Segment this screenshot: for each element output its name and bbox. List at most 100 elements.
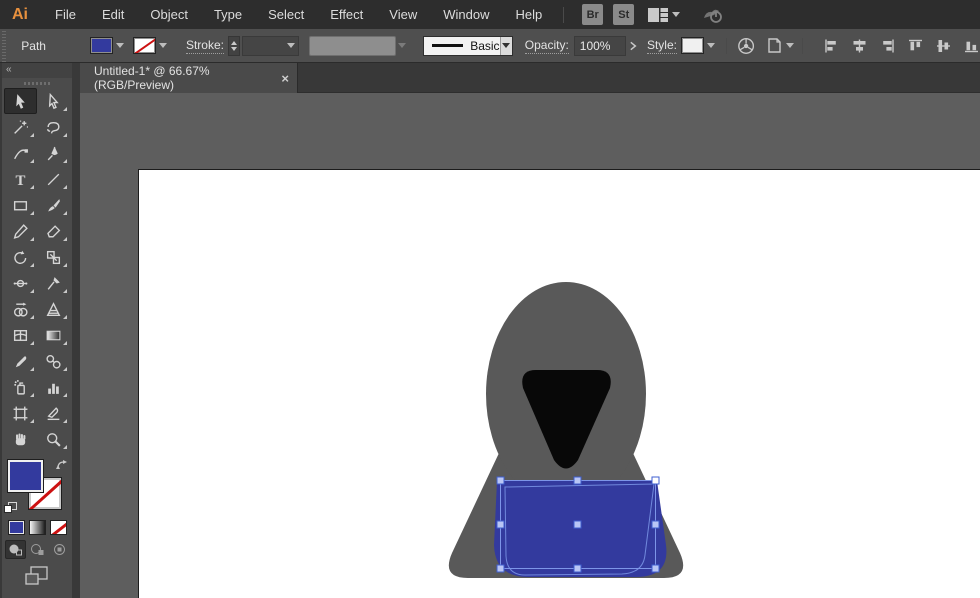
chevron-down-icon (672, 12, 681, 17)
pasteboard[interactable] (80, 93, 980, 598)
type-tool[interactable]: T (4, 166, 37, 192)
eyedropper-tool[interactable] (4, 348, 37, 374)
recolor-artwork-icon[interactable] (737, 36, 755, 56)
stock-button[interactable]: St (613, 4, 635, 25)
slice-tool[interactable] (37, 400, 70, 426)
close-icon[interactable]: × (281, 71, 289, 86)
laptop-shape[interactable] (494, 481, 667, 577)
screen-mode-button[interactable] (2, 565, 72, 587)
document-tab-bar: Untitled-1* @ 66.67% (RGB/Preview) × (80, 63, 980, 93)
handle-top-left[interactable] (496, 476, 505, 485)
zoom-tool[interactable] (37, 426, 70, 452)
handle-top-center[interactable] (573, 476, 582, 485)
artboard-tool[interactable] (4, 400, 37, 426)
pen-tool[interactable] (37, 140, 70, 166)
color-mode-button[interactable] (7, 520, 25, 535)
panel-collapse-button[interactable]: « (2, 63, 72, 78)
gradient-mode-button[interactable] (28, 520, 46, 535)
menu-item-object[interactable]: Object (137, 7, 201, 22)
controlbar-separator-2 (802, 37, 803, 54)
menu-item-type[interactable]: Type (201, 7, 255, 22)
none-mode-button[interactable] (49, 520, 67, 535)
tools-panel: « T (2, 63, 72, 598)
handle-bottom-left[interactable] (496, 564, 505, 573)
opacity-slider-arrow[interactable] (629, 40, 637, 52)
pencil-tool[interactable] (4, 218, 37, 244)
workspace-switcher[interactable] (648, 7, 681, 22)
align-bottom-icon[interactable] (963, 38, 980, 54)
line-segment-tool[interactable] (37, 166, 70, 192)
default-fill-stroke-icon[interactable] (4, 502, 17, 513)
control-bar-grip[interactable] (0, 29, 8, 62)
puppet-warp-tool[interactable] (37, 270, 70, 296)
power-status-icon[interactable] (702, 6, 724, 24)
perspective-grid-tool[interactable] (37, 296, 70, 322)
panel-grip[interactable] (24, 82, 50, 85)
magic-wand-tool[interactable] (4, 114, 37, 140)
direct-selection-tool[interactable] (37, 88, 70, 114)
draw-inside-button[interactable] (49, 540, 70, 559)
stroke-weight-field[interactable] (241, 35, 299, 56)
align-top-icon[interactable] (907, 38, 924, 54)
selection-tool[interactable] (4, 88, 37, 114)
handle-mid-left[interactable] (496, 520, 505, 529)
eraser-tool[interactable] (37, 218, 70, 244)
lasso-tool[interactable] (37, 114, 70, 140)
shape-builder-tool[interactable] (4, 296, 37, 322)
swap-fill-stroke-icon[interactable] (56, 459, 69, 471)
menu-item-window[interactable]: Window (430, 7, 502, 22)
handle-mid-right[interactable] (651, 520, 660, 529)
fill-indicator[interactable] (7, 459, 44, 493)
opacity-input[interactable] (573, 35, 626, 56)
brush-definition-field[interactable] (308, 35, 397, 56)
fill-color-dropdown[interactable] (89, 37, 127, 54)
controlbar-separator (725, 37, 727, 54)
menu-item-help[interactable]: Help (502, 7, 555, 22)
menu-item-effect[interactable]: Effect (317, 7, 376, 22)
rotate-tool[interactable] (4, 244, 37, 270)
document-tab[interactable]: Untitled-1* @ 66.67% (RGB/Preview) × (80, 63, 298, 93)
bridge-button[interactable]: Br (582, 4, 604, 25)
align-horizontal-center-icon[interactable] (851, 38, 868, 54)
graphic-style-swatch (680, 37, 704, 54)
opacity-label[interactable]: Opacity: (524, 38, 569, 54)
draw-normal-button[interactable] (4, 540, 26, 559)
width-tool[interactable] (4, 270, 37, 296)
stroke-style-dropdown[interactable]: Basic (422, 35, 513, 56)
chevron-down-icon (786, 43, 795, 48)
menu-item-view[interactable]: View (376, 7, 430, 22)
paintbrush-tool[interactable] (37, 192, 70, 218)
handle-bottom-center[interactable] (573, 564, 582, 573)
document-tab-title: Untitled-1* @ 66.67% (RGB/Preview) (94, 64, 210, 92)
handle-top-right[interactable] (651, 476, 660, 485)
align-right-icon[interactable] (879, 38, 896, 54)
svg-text:T: T (16, 172, 26, 187)
column-graph-tool[interactable] (37, 374, 70, 400)
hand-tool[interactable] (4, 426, 37, 452)
document-setup-dropdown[interactable] (765, 36, 795, 55)
symbol-sprayer-tool[interactable] (4, 374, 37, 400)
align-left-icon[interactable] (823, 38, 840, 54)
chevron-down-icon (398, 43, 407, 48)
align-vertical-center-icon[interactable] (935, 38, 952, 54)
menu-item-select[interactable]: Select (255, 7, 317, 22)
handle-center[interactable] (573, 520, 582, 529)
mesh-tool[interactable] (4, 322, 37, 348)
draw-behind-button[interactable] (27, 540, 48, 559)
stroke-weight-label[interactable]: Stroke: (185, 38, 224, 54)
align-buttons (823, 38, 980, 54)
stroke-color-dropdown[interactable] (132, 37, 170, 54)
rectangle-tool[interactable] (4, 192, 37, 218)
scale-tool[interactable] (37, 244, 70, 270)
stroke-weight-stepper[interactable] (227, 35, 240, 56)
gradient-tool[interactable] (37, 322, 70, 348)
menu-item-file[interactable]: File (42, 7, 89, 22)
handle-bottom-right[interactable] (651, 564, 660, 573)
curvature-tool[interactable] (4, 140, 37, 166)
style-label[interactable]: Style: (646, 38, 677, 54)
graphic-style-dropdown[interactable] (680, 37, 718, 54)
chevron-down-icon (286, 43, 295, 48)
blend-tool[interactable] (37, 348, 70, 374)
stroke-none-swatch (132, 37, 156, 54)
menu-item-edit[interactable]: Edit (89, 7, 137, 22)
